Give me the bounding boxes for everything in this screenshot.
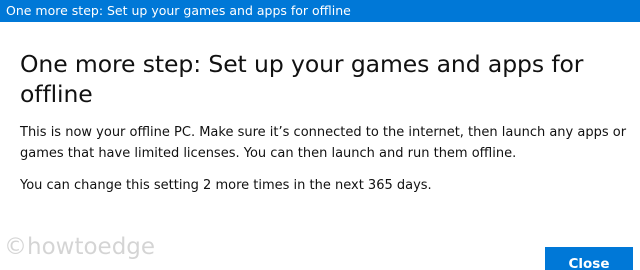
change-limit-message: You can change this setting 2 more times… <box>20 178 432 193</box>
title-bar: One more step: Set up your games and app… <box>0 0 640 22</box>
watermark: ©howtoedge <box>4 234 156 260</box>
dialog-message: This is now your offline PC. Make sure i… <box>20 125 627 161</box>
offline-setup-dialog: One more step: Set up your games and app… <box>0 0 640 270</box>
dialog-heading: One more step: Set up your games and app… <box>20 50 584 108</box>
close-button[interactable]: Close <box>545 247 633 270</box>
